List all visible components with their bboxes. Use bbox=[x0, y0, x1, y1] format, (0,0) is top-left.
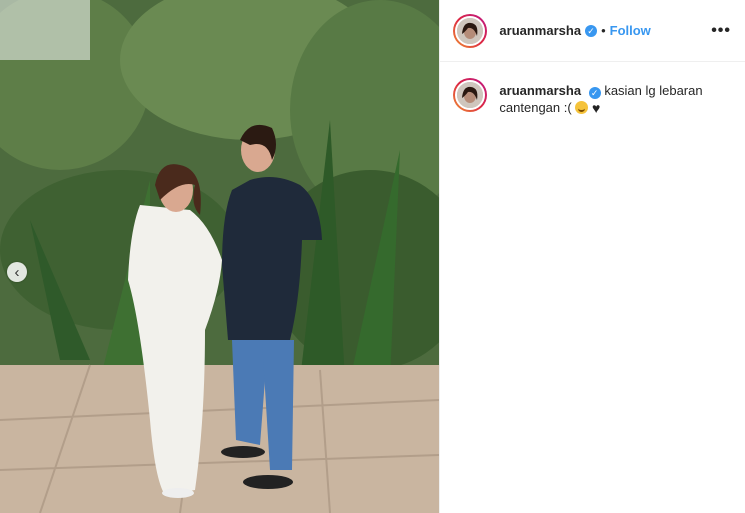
avatar-image bbox=[455, 80, 486, 110]
caption-avatar[interactable] bbox=[453, 78, 488, 112]
follow-button[interactable]: Follow bbox=[610, 23, 651, 38]
post-image bbox=[0, 0, 440, 513]
username-link[interactable]: aruanmarsha bbox=[499, 23, 581, 38]
post-header: aruanmarsha ✓ • Follow ••• bbox=[440, 0, 745, 62]
chevron-left-icon: ‹ bbox=[14, 263, 20, 281]
carousel-prev-button[interactable]: ‹ bbox=[7, 262, 27, 282]
verified-badge-icon: ✓ bbox=[585, 24, 598, 37]
black-heart-emoji-icon: ♥ bbox=[591, 100, 601, 116]
more-options-icon[interactable]: ••• bbox=[711, 22, 731, 40]
avatar[interactable] bbox=[453, 13, 488, 48]
verified-badge-icon: ✓ bbox=[588, 87, 601, 99]
separator-dot: • bbox=[601, 23, 606, 38]
instagram-post: ‹ aruanmarsha ✓ • Follow ••• aruanmarsha… bbox=[0, 0, 745, 513]
avatar-image bbox=[455, 15, 486, 46]
post-sidebar: aruanmarsha ✓ • Follow ••• aruanmarsha ✓ bbox=[439, 0, 745, 513]
caption-username-link[interactable]: aruanmarsha bbox=[499, 83, 581, 98]
post-photo[interactable]: ‹ bbox=[0, 0, 440, 513]
rolling-laughing-emoji-icon bbox=[575, 101, 589, 114]
caption-row: aruanmarsha ✓ kasian lg lebaran cantenga… bbox=[440, 62, 745, 117]
caption-text: aruanmarsha ✓ kasian lg lebaran cantenga… bbox=[499, 82, 709, 117]
